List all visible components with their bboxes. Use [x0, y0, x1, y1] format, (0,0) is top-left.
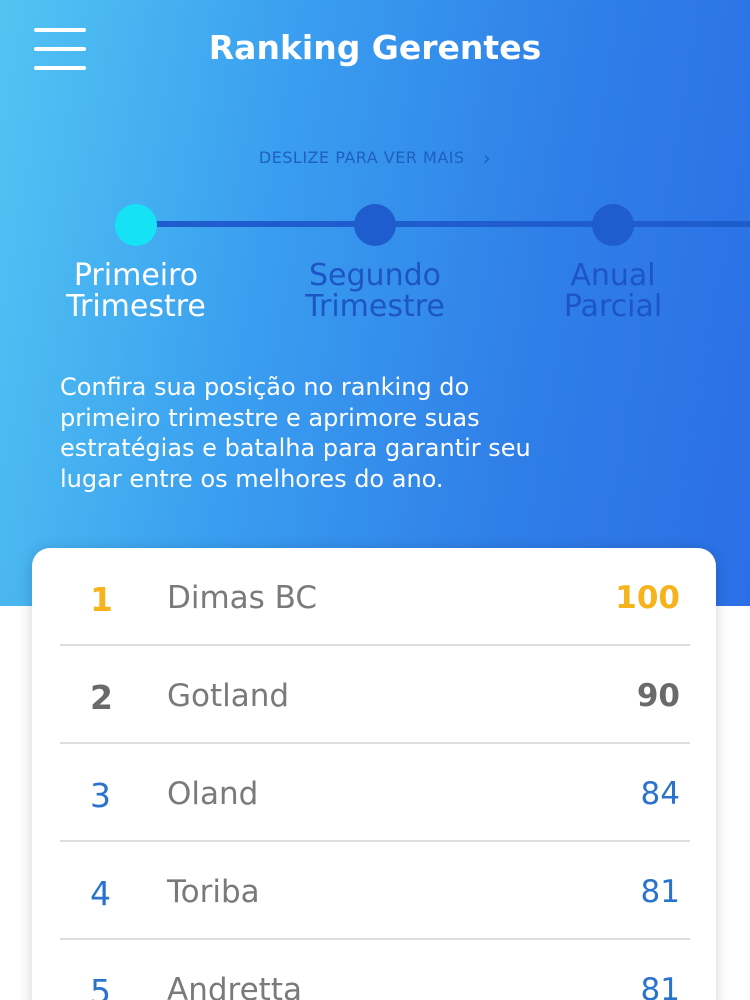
chevron-right-icon: › — [482, 146, 492, 170]
swipe-hint-text: DESLIZE PARA VER MAIS — [258, 148, 465, 167]
ranking-card: 1 Dimas BC 100 2 Gotland 90 3 Oland 84 4… — [32, 548, 716, 1000]
rank-number: 1 — [90, 580, 113, 619]
page-title: Ranking Gerentes — [208, 28, 542, 67]
ranking-row[interactable]: 4 Toriba 81 — [32, 842, 716, 940]
rank-number: 2 — [90, 678, 113, 717]
ranking-row[interactable]: 3 Oland 84 — [32, 744, 716, 842]
manager-name: Gotland — [167, 678, 290, 714]
manager-name: Dimas BC — [167, 580, 318, 616]
tab-primeiro-trimestre[interactable]: Primeiro Trimestre — [16, 260, 256, 322]
ranking-row[interactable]: 2 Gotland 90 — [32, 646, 716, 744]
period-timeline — [136, 221, 750, 227]
rank-number: 5 — [90, 972, 111, 1000]
manager-name: Andretta — [167, 972, 302, 1000]
score-value: 84 — [640, 776, 680, 812]
rank-number: 3 — [90, 776, 111, 815]
ranking-row[interactable]: 1 Dimas BC 100 — [32, 548, 716, 646]
step-dot-segundo-trimestre[interactable] — [354, 204, 396, 246]
step-dot-anual-parcial[interactable] — [592, 204, 634, 246]
tab-segundo-trimestre[interactable]: Segundo Trimestre — [255, 260, 495, 322]
intro-text: Confira sua posição no ranking do primei… — [60, 373, 531, 493]
ranking-row[interactable]: 5 Andretta 81 — [32, 940, 716, 1000]
score-value: 100 — [615, 580, 680, 616]
score-value: 81 — [640, 874, 680, 910]
score-value: 81 — [640, 972, 680, 1000]
tab-anual-parcial[interactable]: Anual Parcial — [493, 260, 733, 322]
score-value: 90 — [636, 678, 680, 714]
manager-name: Toriba — [167, 874, 260, 910]
step-dot-primeiro-trimestre[interactable] — [115, 204, 157, 246]
manager-name: Oland — [167, 776, 259, 812]
rank-number: 4 — [90, 874, 111, 913]
swipe-hint: DESLIZE PARA VER MAIS › — [0, 146, 750, 170]
